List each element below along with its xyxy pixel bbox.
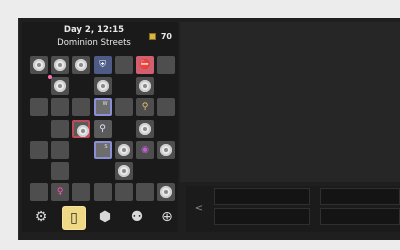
zoom-icon: ⊕ [161,209,173,225]
coin-icon [149,33,157,40]
location-marker-icon [139,80,151,93]
gear-icon: ⚙ [34,209,48,225]
map-tile[interactable] [72,98,91,117]
main-view [180,22,400,182]
portal-letter: W [102,101,108,108]
status-header: Day 2, 12:15 Dominion Streets 70 [26,24,176,52]
map-gap [157,120,175,138]
money-display: 70 [149,32,172,41]
slot-3 [214,208,310,225]
map-tile[interactable] [72,183,91,202]
slot-1 [214,188,310,205]
map-tile[interactable] [30,98,48,117]
phone-icon: ▯ [70,210,78,226]
slot-4 [320,208,400,225]
map-tile[interactable] [93,77,112,96]
bag-icon: ⬢ [98,209,112,225]
map-tile[interactable] [114,183,133,202]
map-tile[interactable] [114,140,133,159]
map-tile[interactable]: ◉ [136,140,154,159]
slot-2 [320,188,400,205]
left-panel: Day 2, 12:15 Dominion Streets 70 ⛨ ⛔ W ⚲ ⚲ S ◉… [22,22,178,232]
map-tile[interactable] [114,56,133,74]
map-gap [115,77,133,95]
location-marker-icon [33,59,45,71]
location-marker-icon [75,59,88,71]
map-tile[interactable]: ♀ [51,183,70,202]
map-tile[interactable] [136,183,154,202]
woman-icon: ♀ [56,187,64,198]
location-marker-icon [77,124,90,137]
map-gap [30,77,48,95]
map-tile[interactable]: W [93,98,112,117]
map-tile[interactable] [157,98,176,117]
map-tile[interactable]: S [93,140,112,159]
location-marker-icon [54,80,67,93]
map-tile[interactable] [157,140,176,159]
map-tile[interactable] [51,77,70,96]
map-tile[interactable] [114,98,133,117]
location-marker-icon [54,59,67,71]
eye-icon: ◉ [141,144,149,155]
map-gap [157,77,175,95]
map-tile[interactable]: ⚲ [136,98,154,117]
map-tile[interactable] [51,119,70,138]
map-tile[interactable] [136,77,154,96]
map-gap [157,162,175,180]
no-entry-icon: ⛔ [139,60,151,70]
map-gap [115,120,133,138]
map-tile[interactable] [51,162,70,180]
zoom-button[interactable]: ⊕ [156,206,178,228]
map-tile[interactable] [51,98,70,117]
map-tile[interactable]: ⛨ [93,56,112,74]
phone-button[interactable]: ▯ [62,206,86,230]
map-tile[interactable] [30,183,48,202]
map-gap [94,162,112,180]
location-marker-icon [96,80,109,93]
location-name: Dominion Streets [57,38,131,48]
map-gap [30,162,48,180]
map-gap [72,77,90,95]
map-tile[interactable] [72,56,91,74]
key-icon: ⚲ [141,102,149,113]
map-tile[interactable] [30,140,48,159]
map-tile[interactable] [30,56,48,74]
chevron-left-icon: < [194,202,204,214]
map-gap [72,141,90,159]
map-tile[interactable] [72,119,91,138]
map-gap [136,162,154,180]
portal-letter: S [104,143,108,150]
location-marker-icon [160,143,173,156]
map-tile[interactable] [114,162,133,180]
location-marker-icon [139,122,151,135]
map-gap [30,120,48,138]
map-tile[interactable]: ⛔ [136,56,154,74]
map-gap [72,162,90,180]
map-tile[interactable] [93,183,112,202]
people-button[interactable]: ⚉ [126,206,148,228]
bottom-slots [186,186,400,232]
location-marker-icon [160,186,173,199]
bottom-toolbar: ⚙ ▯ ⬢ ⚉ ⊕ [22,204,178,232]
map-tile[interactable] [51,56,70,74]
people-icon: ⚉ [130,209,144,225]
inventory-button[interactable]: ⬢ [94,206,116,228]
map-tile[interactable] [157,183,176,202]
location-marker-icon [117,143,130,156]
map-tile[interactable] [157,56,176,74]
map-tile[interactable]: ⚲ [93,119,112,138]
day-time: Day 2, 12:15 [63,25,125,35]
location-marker-icon [117,165,130,177]
shield-icon: ⛨ [99,60,106,70]
map-tile[interactable] [51,140,70,159]
back-button[interactable]: < [190,188,208,228]
map-tile[interactable] [136,119,154,138]
money-value: 70 [160,32,172,41]
settings-button[interactable]: ⚙ [30,206,52,228]
pin-icon: ⚲ [99,123,106,134]
